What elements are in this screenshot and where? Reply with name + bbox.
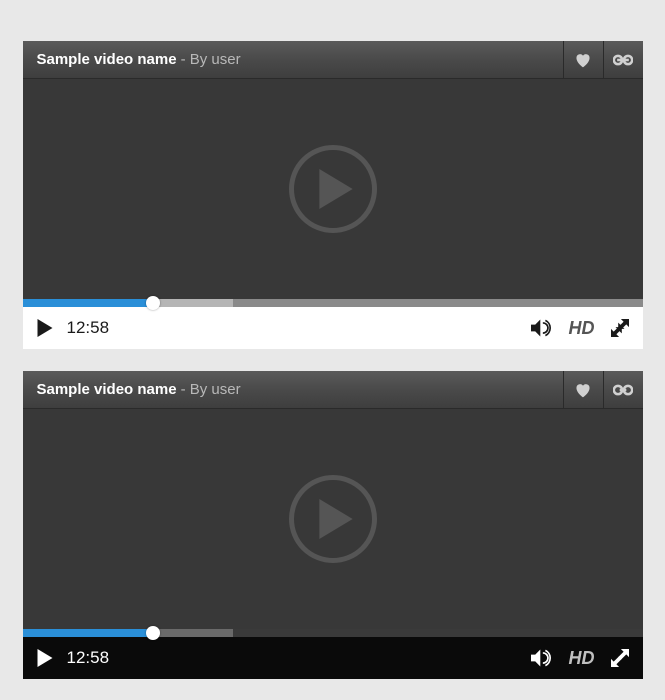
player-header: Sample video name - By user [23, 371, 643, 409]
favorite-button[interactable] [563, 371, 603, 408]
volume-button[interactable] [531, 319, 553, 337]
heart-icon [574, 52, 592, 68]
fullscreen-button[interactable] [611, 319, 629, 337]
video-area[interactable] [23, 79, 643, 299]
timestamp: 12:58 [67, 648, 110, 668]
progress-bar[interactable] [23, 629, 643, 637]
controls-bar: 12:58 HD [23, 307, 643, 349]
video-area[interactable] [23, 409, 643, 629]
play-button[interactable] [37, 649, 53, 667]
fullscreen-icon [611, 649, 629, 667]
volume-button[interactable] [531, 649, 553, 667]
video-byline: - By user [181, 51, 241, 68]
play-icon [318, 499, 354, 539]
link-icon [613, 382, 633, 398]
volume-icon [531, 649, 553, 667]
play-icon [318, 169, 354, 209]
header-actions [563, 371, 643, 408]
progress-played [23, 299, 153, 307]
video-player-dark: Sample video name - By user 12:58 HD [23, 371, 643, 679]
fullscreen-button[interactable] [611, 649, 629, 667]
video-player-light: Sample video name - By user 12:58 HD [23, 41, 643, 349]
volume-icon [531, 319, 553, 337]
hd-toggle[interactable]: HD [569, 318, 595, 339]
big-play-button[interactable] [289, 145, 377, 233]
heart-icon [574, 382, 592, 398]
controls-bar: 12:58 HD [23, 637, 643, 679]
play-icon [37, 649, 53, 667]
video-title: Sample video name [37, 381, 177, 398]
progress-bar[interactable] [23, 299, 643, 307]
progress-handle[interactable] [146, 626, 160, 640]
link-icon [613, 52, 633, 68]
favorite-button[interactable] [563, 41, 603, 78]
play-icon [37, 319, 53, 337]
share-link-button[interactable] [603, 41, 643, 78]
share-link-button[interactable] [603, 371, 643, 408]
hd-toggle[interactable]: HD [569, 648, 595, 669]
player-header: Sample video name - By user [23, 41, 643, 79]
progress-handle[interactable] [146, 296, 160, 310]
video-title: Sample video name [37, 51, 177, 68]
video-byline: - By user [181, 381, 241, 398]
header-actions [563, 41, 643, 78]
timestamp: 12:58 [67, 318, 110, 338]
big-play-button[interactable] [289, 475, 377, 563]
progress-played [23, 629, 153, 637]
fullscreen-icon [611, 319, 629, 337]
play-button[interactable] [37, 319, 53, 337]
